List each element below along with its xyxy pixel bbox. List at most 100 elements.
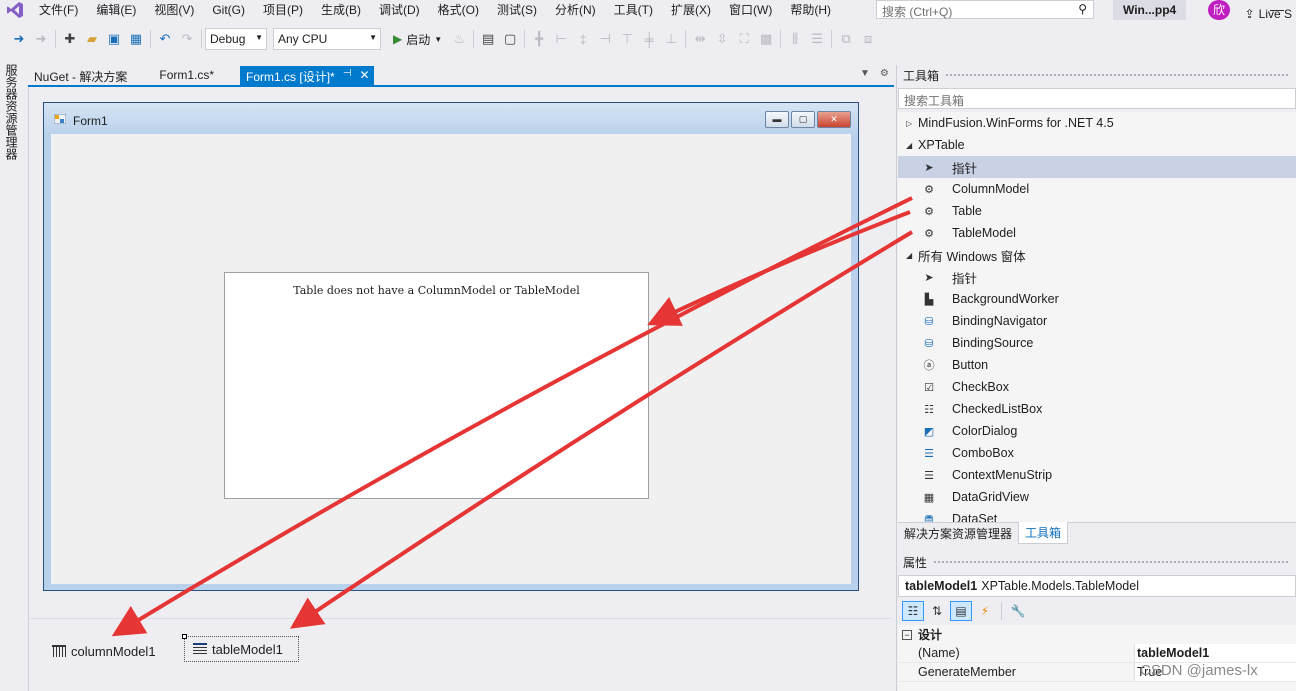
menu-item-5[interactable]: 生成(B) [312,0,370,20]
tray-column-model[interactable]: columnModel1 [52,640,156,662]
avatar[interactable]: 欣 [1208,0,1230,20]
menu-item-7[interactable]: 格式(O) [429,0,488,20]
align-lefts-icon[interactable]: ⊢ [550,28,572,50]
tab-solution-explorer[interactable]: 解决方案资源管理器 [898,523,1018,544]
drag-grip[interactable] [933,559,1290,565]
toolbox-item-bindingsource[interactable]: ⛁ BindingSource [898,332,1296,354]
toolbox-item-checkedlistbox[interactable]: ☷ CheckedListBox [898,398,1296,420]
menu-item-4[interactable]: 项目(P) [254,0,312,20]
xptable-message: Table does not have a ColumnModel or Tab… [293,284,580,297]
hot-reload-icon[interactable]: ♨ [448,28,470,50]
form-minimize-button[interactable]: ▬ [765,111,789,128]
start-debug-button[interactable]: ▶ 启动 ▼ [387,31,448,48]
toolbox-group-xptable[interactable]: ◢ XPTable [898,134,1296,156]
platform-select[interactable]: Any CPU ▼ [273,28,381,50]
alphabetical-icon[interactable]: ⇅ [926,601,948,621]
send-to-back-icon[interactable]: ⧈ [857,28,879,50]
redo-icon[interactable]: ↷ [176,28,198,50]
bring-to-front-icon[interactable]: ⧉ [835,28,857,50]
menu-item-0[interactable]: 文件(F) [30,0,87,20]
find-in-files-icon[interactable]: ▤ [477,28,499,50]
horizontal-spacing-icon[interactable]: ⫼ [784,28,806,50]
toolbox-item-pointer-2[interactable]: ➤ 指针 [898,266,1296,288]
tab-form1-code[interactable]: Form1.cs* [153,66,220,86]
property-pages-icon[interactable]: 🔧 [1007,601,1029,621]
toolbar-separator [55,30,56,48]
toolbox-item-bindingnavigator[interactable]: ⛁ BindingNavigator [898,310,1296,332]
tab-list-dropdown-icon[interactable]: ▼ [860,68,870,79]
toolbox-item-button[interactable]: ⓐ Button [898,354,1296,376]
toolbox-group-windows-forms[interactable]: ◢ 所有 Windows 窗体 [898,244,1296,266]
open-folder-icon[interactable]: ▰ [81,28,103,50]
toolbox-item-combobox[interactable]: ☰ ComboBox [898,442,1296,464]
close-icon[interactable]: ✕ [359,68,369,84]
category-design[interactable]: − 设计 [898,625,1296,644]
server-explorer-tab[interactable]: 服务器资源管理器 [0,60,23,164]
toolbox-item-tablemodel[interactable]: ⚙ TableModel [898,222,1296,244]
menu-item-12[interactable]: 窗口(W) [720,0,781,20]
menu-item-6[interactable]: 调试(D) [370,0,429,20]
undo-icon[interactable]: ↶ [154,28,176,50]
vertical-spacing-icon[interactable]: ☰ [806,28,828,50]
menu-item-9[interactable]: 分析(N) [546,0,605,20]
drag-grip[interactable] [945,72,1290,78]
toolbox-item-colordialog[interactable]: ◩ ColorDialog [898,420,1296,442]
new-project-icon[interactable]: ✚ [59,28,81,50]
configuration-select[interactable]: Debug ▼ [205,28,267,50]
categorized-icon[interactable]: ☷ [902,601,924,621]
toolbox-group-mindfusion[interactable]: ▷ MindFusion.WinForms for .NET 4.5 [898,112,1296,134]
toolbox-search-input[interactable]: 搜索工具箱 [898,88,1296,109]
toolbox-item-columnmodel[interactable]: ⚙ ColumnModel [898,178,1296,200]
tab-nuget[interactable]: NuGet - 解决方案 [28,66,133,86]
toolbox-item-pointer[interactable]: ➤ 指针 [898,156,1296,178]
forward-icon[interactable]: ➜ [30,28,52,50]
menu-item-3[interactable]: Git(G) [203,0,254,20]
make-same-width-icon[interactable]: ⇹ [689,28,711,50]
back-icon[interactable]: ➜ [8,28,30,50]
panel-splitter[interactable] [896,65,897,691]
gear-icon[interactable]: ⚙ [880,68,889,79]
property-value[interactable]: tableModel1 [1134,644,1296,662]
tab-form1-designer[interactable]: Form1.cs [设计]* ⊣ ✕ [240,66,374,86]
xptable-control[interactable]: Table does not have a ColumnModel or Tab… [224,272,649,499]
align-centers-icon[interactable]: ‡ [572,28,594,50]
search-input[interactable]: 搜索 (Ctrl+Q) ⚲ [876,0,1094,19]
tab-toolbox[interactable]: 工具箱 [1018,522,1069,544]
size-to-grid-icon[interactable]: ▩ [755,28,777,50]
toolbox-item-contextmenustrip[interactable]: ☰ ContextMenuStrip [898,464,1296,486]
toolbox-item-table[interactable]: ⚙ Table [898,200,1296,222]
properties-object-selector[interactable]: tableModel1 XPTable.Models.TableModel [898,575,1296,597]
align-rights-icon[interactable]: ⊣ [594,28,616,50]
live-share-button[interactable]: ⇪ Live S [1245,7,1292,21]
selection-handle[interactable] [182,634,187,639]
visual-studio-logo-icon[interactable] [0,0,30,20]
menu-item-11[interactable]: 扩展(X) [662,0,720,20]
menu-item-10[interactable]: 工具(T) [605,0,662,20]
align-middles-icon[interactable]: ╪ [638,28,660,50]
layout-icon[interactable]: ▢ [499,28,521,50]
collapse-icon[interactable]: − [902,629,912,640]
align-tops-icon[interactable]: ⊤ [616,28,638,50]
menu-item-1[interactable]: 编辑(E) [87,0,145,20]
form-close-button[interactable]: ✕ [817,111,851,128]
form-maximize-button[interactable]: ▢ [791,111,815,128]
make-same-height-icon[interactable]: ⇳ [711,28,733,50]
make-same-size-icon[interactable]: ⛶ [733,28,755,50]
align-bottoms-icon[interactable]: ⊥ [660,28,682,50]
toolbox-item-datagridview[interactable]: ▦ DataGridView [898,486,1296,508]
menu-items: 文件(F) 编辑(E) 视图(V) Git(G) 项目(P) 生成(B) 调试(D) 格式(O… [30,0,840,20]
property-row[interactable]: (Name) tableModel1 [898,644,1296,663]
tray-table-model[interactable]: tableModel1 [182,634,299,662]
save-icon[interactable]: ▣ [103,28,125,50]
toolbox-item-dataset[interactable]: ⛃ DataSet [898,508,1296,522]
save-all-icon[interactable]: ▦ [125,28,147,50]
menu-item-13[interactable]: 帮助(H) [781,0,840,20]
properties-icon[interactable]: ▤ [950,601,972,621]
toolbox-item-backgroundworker[interactable]: ▙ BackgroundWorker [898,288,1296,310]
align-to-grid-icon[interactable]: ╋ [528,28,550,50]
events-icon[interactable]: ⚡ [974,601,996,621]
pin-icon[interactable]: ⊣ [343,68,352,84]
menu-item-2[interactable]: 视图(V) [145,0,203,20]
menu-item-8[interactable]: 测试(S) [488,0,546,20]
toolbox-item-checkbox[interactable]: ☑ CheckBox [898,376,1296,398]
